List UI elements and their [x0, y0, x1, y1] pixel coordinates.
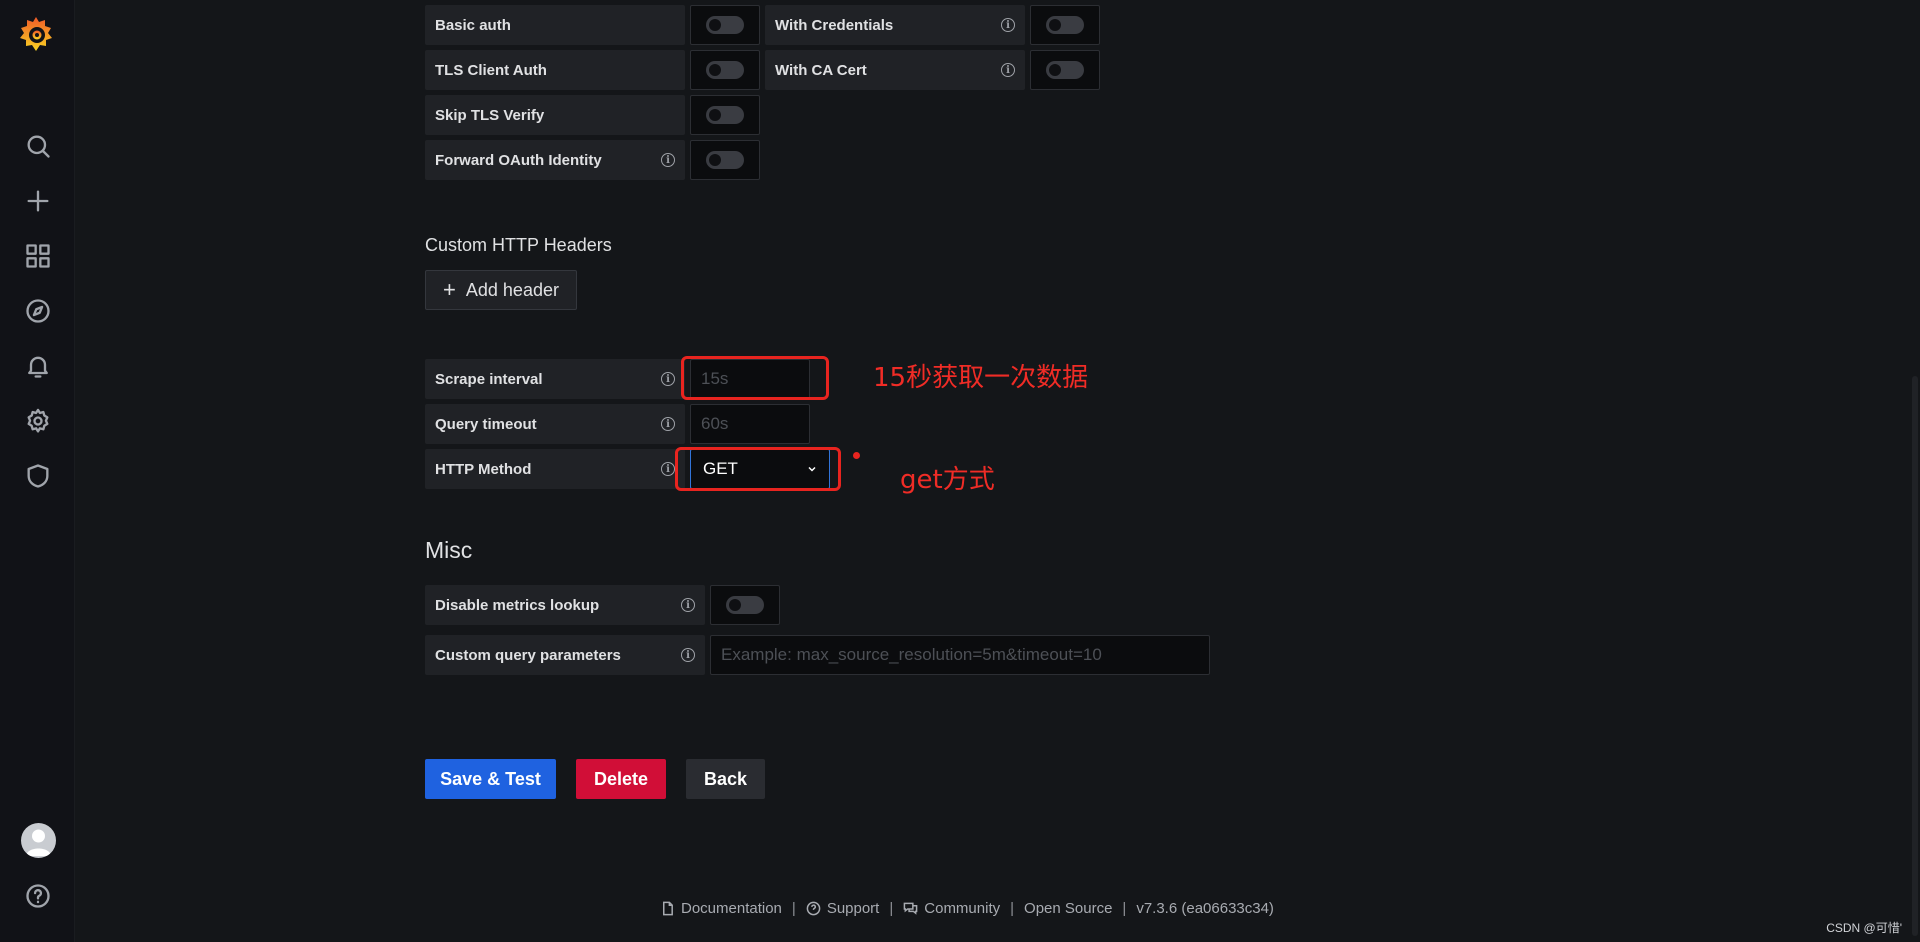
tls-client-auth-switch[interactable]	[690, 50, 760, 90]
server-admin-shield-icon[interactable]	[22, 460, 54, 492]
back-button[interactable]: Back	[686, 759, 765, 799]
explore-compass-icon[interactable]	[22, 295, 54, 327]
tls-client-auth-label: TLS Client Auth	[425, 50, 685, 90]
documentation-link[interactable]: Documentation	[660, 900, 782, 917]
scrape-interval-annotation-box	[681, 356, 829, 400]
basic-auth-label: Basic auth	[425, 5, 685, 45]
plus-icon: +	[443, 277, 456, 302]
toggle-knob	[1046, 16, 1084, 34]
disable-metrics-label: Disable metrics lookup i	[425, 585, 705, 625]
info-icon[interactable]: i	[681, 598, 695, 612]
search-icon[interactable]	[22, 130, 54, 162]
toggle-knob	[706, 106, 744, 124]
plus-icon[interactable]	[22, 185, 54, 217]
forward-oauth-switch[interactable]	[690, 140, 760, 180]
basic-auth-switch[interactable]	[690, 5, 760, 45]
sidebar	[0, 0, 75, 942]
with-ca-cert-switch[interactable]	[1030, 50, 1100, 90]
delete-button[interactable]: Delete	[576, 759, 666, 799]
http-method-annotation: get方式	[900, 465, 995, 495]
save-test-button[interactable]: Save & Test	[425, 759, 556, 799]
skip-tls-verify-row: Skip TLS Verify	[425, 95, 760, 135]
toggle-knob	[726, 596, 764, 614]
version-text: v7.3.6 (ea06633c34)	[1136, 900, 1274, 917]
custom-headers-title: Custom HTTP Headers	[425, 235, 612, 255]
with-ca-cert-row: With CA Cert i	[765, 50, 1100, 90]
tls-client-auth-row: TLS Client Auth	[425, 50, 760, 90]
footer-separator: |	[1122, 900, 1127, 917]
scrape-interval-annotation: 15秒获取一次数据	[873, 363, 1089, 393]
http-method-annotation-box	[675, 447, 841, 491]
grafana-logo-icon[interactable]	[16, 14, 56, 54]
info-icon[interactable]: i	[661, 153, 675, 167]
info-icon[interactable]: i	[661, 462, 675, 476]
info-icon[interactable]: i	[681, 648, 695, 662]
comments-icon	[903, 902, 918, 915]
info-icon[interactable]: i	[1001, 18, 1015, 32]
help-icon[interactable]	[22, 880, 54, 912]
annotation-dot	[853, 452, 860, 459]
scrape-interval-label: Scrape interval i	[425, 359, 685, 399]
footer: Documentation | Support | Community | Op…	[660, 900, 1274, 917]
query-timeout-row: Query timeout i 60s	[425, 404, 810, 444]
forward-oauth-row: Forward OAuth Identity i	[425, 140, 760, 180]
footer-separator: |	[889, 900, 894, 917]
toggle-knob	[706, 16, 744, 34]
page-scrollbar[interactable]	[1912, 376, 1918, 936]
info-icon[interactable]: i	[1001, 63, 1015, 77]
custom-query-label: Custom query parameters i	[425, 635, 705, 675]
info-icon[interactable]: i	[661, 417, 675, 431]
footer-separator: |	[791, 900, 796, 917]
disable-metrics-switch[interactable]	[710, 585, 780, 625]
misc-title: Misc	[425, 537, 473, 563]
query-timeout-input[interactable]: 60s	[690, 404, 810, 444]
custom-query-input[interactable]: Example: max_source_resolution=5m&timeou…	[710, 635, 1210, 675]
toggle-knob	[706, 151, 744, 169]
user-avatar[interactable]	[21, 823, 56, 858]
info-icon[interactable]: i	[661, 372, 675, 386]
query-timeout-label: Query timeout i	[425, 404, 685, 444]
skip-tls-verify-switch[interactable]	[690, 95, 760, 135]
dashboards-icon[interactable]	[22, 240, 54, 272]
basic-auth-row: Basic auth	[425, 5, 760, 45]
alerting-bell-icon[interactable]	[22, 350, 54, 382]
add-header-button[interactable]: + Add header	[425, 270, 577, 310]
support-link[interactable]: Support	[806, 900, 879, 917]
forward-oauth-label: Forward OAuth Identity i	[425, 140, 685, 180]
disable-metrics-row: Disable metrics lookup i	[425, 585, 780, 625]
http-method-label: HTTP Method i	[425, 449, 685, 489]
configuration-gear-icon[interactable]	[22, 405, 54, 437]
with-credentials-switch[interactable]	[1030, 5, 1100, 45]
with-credentials-row: With Credentials i	[765, 5, 1100, 45]
with-ca-cert-label: With CA Cert i	[765, 50, 1025, 90]
toggle-knob	[706, 61, 744, 79]
custom-query-row: Custom query parameters i Example: max_so…	[425, 635, 1210, 675]
document-icon	[663, 901, 673, 916]
toggle-knob	[1046, 61, 1084, 79]
watermark: CSDN @可惜'	[1826, 921, 1902, 935]
skip-tls-verify-label: Skip TLS Verify	[425, 95, 685, 135]
with-credentials-label: With Credentials i	[765, 5, 1025, 45]
open-source-link[interactable]: Open Source	[1024, 900, 1112, 917]
community-link[interactable]: Community	[903, 900, 1000, 917]
footer-separator: |	[1010, 900, 1015, 917]
help-icon	[806, 901, 821, 916]
